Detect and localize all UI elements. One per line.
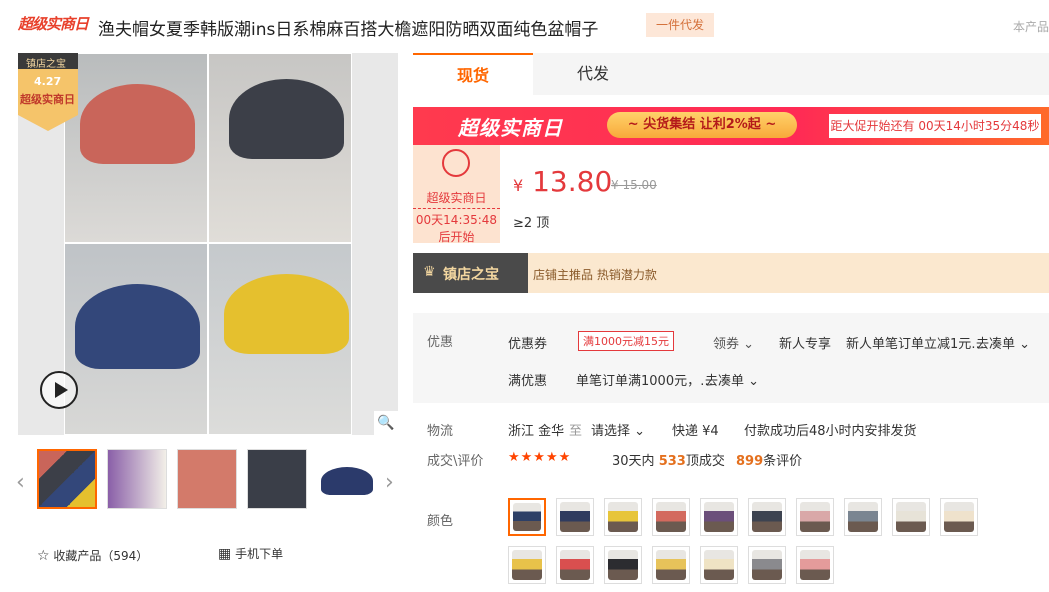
search-icon[interactable]: 🔍 — [374, 411, 398, 435]
product-title: 渔夫帽女夏季韩版潮ins日系棉麻百搭大檐遮阳防晒双面纯色盆帽子 — [98, 20, 599, 40]
get-coupon-button[interactable]: 领券 ⌄ — [713, 333, 754, 352]
newbie-text: 新人单笔订单立减1元… — [846, 337, 985, 352]
order-type-tabs: 现货 代发 — [413, 53, 1049, 95]
color-swatch[interactable] — [796, 498, 834, 536]
ship-to-label: 至 — [569, 424, 583, 439]
qrcode-icon: ▦ — [218, 546, 232, 562]
review-count[interactable]: 899条评价 — [736, 450, 802, 469]
thumbnail-4[interactable] — [247, 449, 307, 509]
star-icon: ☆ — [37, 548, 50, 564]
crown-icon: ♛ — [423, 264, 436, 280]
image-quadrant-yellow-hat — [208, 243, 352, 435]
newbie-label: 新人专享 — [779, 337, 832, 352]
event-banner[interactable]: 超级实商日 ~ 尖货集结 让利2%起 ~ 距大促开始还有 00天14小时35分4… — [413, 107, 1049, 145]
color-swatch[interactable] — [700, 498, 738, 536]
banner-title: 超级实商日 — [458, 116, 563, 140]
tab-in-stock[interactable]: 现货 — [413, 53, 533, 95]
coupon-label: 优惠券 — [508, 337, 548, 352]
express-fee: 快递 ¥4 — [672, 424, 719, 439]
color-swatch[interactable] — [508, 498, 546, 536]
ship-time: 付款成功后48小时内安排发货 — [744, 424, 917, 439]
color-swatch[interactable] — [892, 498, 930, 536]
color-swatch[interactable] — [652, 498, 690, 536]
sales-summary[interactable]: 30天内 533顶成交 — [612, 450, 725, 469]
thumbnail-5[interactable] — [317, 449, 377, 509]
banner-countdown: 距大促开始还有 00天14小时35分48秒 — [829, 114, 1041, 138]
full-discount-text: 单笔订单满1000元，… — [576, 374, 714, 389]
favorite-button[interactable]: ☆ 收藏产品（594） — [37, 547, 148, 564]
color-swatch[interactable] — [700, 546, 738, 584]
discount-section: 优惠 优惠券 满1000元减15元 领券 ⌄ 新人专享 新人单笔订单立减1元… … — [413, 313, 1049, 403]
current-price: ¥ 13.80 — [513, 165, 613, 198]
reviews-label: 成交\评价 — [427, 454, 484, 469]
go-combine-button-2[interactable]: 去凑单 ⌄ — [705, 370, 759, 389]
logistics-label: 物流 — [427, 424, 454, 439]
brand-logo: 超级实商日 — [18, 15, 89, 33]
thumbnail-3[interactable] — [177, 449, 237, 509]
thumb-prev-icon[interactable]: ‹ — [16, 470, 25, 495]
color-swatch[interactable] — [604, 546, 642, 584]
banner-slogan: ~ 尖货集结 让利2%起 ~ — [607, 112, 797, 138]
image-quadrant-red-hat — [64, 53, 208, 243]
mobile-order-button[interactable]: ▦ 手机下单 — [218, 545, 283, 562]
color-swatch[interactable] — [508, 546, 546, 584]
color-swatch[interactable] — [940, 498, 978, 536]
color-swatch[interactable] — [556, 546, 594, 584]
color-swatch[interactable] — [556, 498, 594, 536]
price-section: 超级实商日 00天14:35:48 后开始 ¥ 13.80 ¥ 15.00 ≥2… — [413, 145, 1049, 244]
go-combine-button[interactable]: 去凑单 ⌄ — [976, 333, 1030, 352]
color-swatch[interactable] — [844, 498, 882, 536]
coupon-tag[interactable]: 满1000元减15元 — [578, 331, 674, 351]
rating-stars: ★★★★★ — [508, 450, 572, 465]
store-treasure-title: 镇店之宝 — [443, 267, 499, 283]
color-label: 颜色 — [427, 514, 454, 529]
dropship-tag[interactable]: 一件代发 — [646, 13, 714, 37]
play-icon[interactable] — [40, 371, 78, 409]
thumbnail-1[interactable] — [37, 449, 97, 509]
promo-badge: 镇店之宝 4.27 超级实商日 — [18, 53, 78, 131]
image-quadrant-navy-hat — [64, 243, 208, 435]
ship-from: 浙江 金华 — [508, 424, 565, 439]
color-swatch[interactable] — [748, 546, 786, 584]
image-quadrant-black-hat — [208, 53, 352, 243]
store-treasure-desc: 店铺主推品 热销潜力款 — [533, 268, 657, 282]
this-product-link[interactable]: 本产品 — [1013, 18, 1049, 35]
alarm-clock-icon — [442, 149, 470, 177]
color-swatch[interactable] — [796, 546, 834, 584]
discount-label: 优惠 — [427, 335, 454, 350]
original-price: ¥ 15.00 — [611, 178, 657, 192]
main-product-image[interactable]: 镇店之宝 4.27 超级实商日 🔍 — [18, 53, 398, 435]
destination-select[interactable]: 请选择 ⌄ — [591, 420, 645, 439]
thumbnail-2[interactable] — [107, 449, 167, 509]
tab-dropship[interactable]: 代发 — [533, 53, 653, 95]
full-discount-label: 满优惠 — [508, 374, 548, 389]
color-swatch[interactable] — [748, 498, 786, 536]
thumb-next-icon[interactable]: › — [385, 470, 394, 495]
color-swatch[interactable] — [604, 498, 642, 536]
color-swatch[interactable] — [652, 546, 690, 584]
promo-countdown-box: 超级实商日 00天14:35:48 后开始 — [413, 145, 500, 244]
store-treasure-bar[interactable]: ♛ 镇店之宝 店铺主推品 热销潜力款 — [413, 253, 1049, 293]
min-order-qty: ≥2 顶 — [513, 216, 550, 231]
